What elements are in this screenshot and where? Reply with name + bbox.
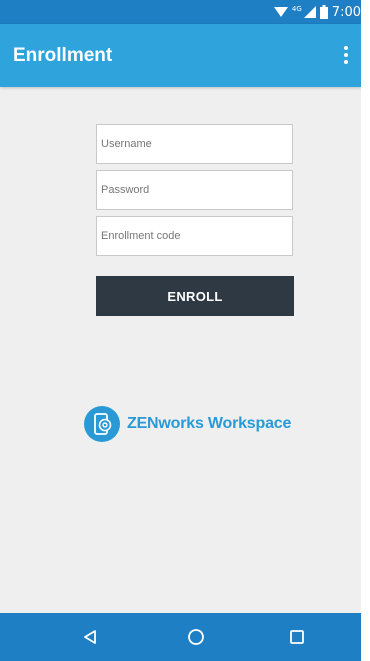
- home-icon[interactable]: [184, 625, 208, 649]
- enrollment-screen: 4G 7:00 Enrollment ENROLL ZEN: [0, 0, 361, 661]
- status-icons: 4G 7:00: [273, 0, 361, 24]
- wifi-icon: [273, 6, 288, 18]
- app-bar: Enrollment: [0, 24, 361, 87]
- password-input[interactable]: [97, 171, 292, 209]
- brand-logo-lockup: ZENworks Workspace: [84, 406, 291, 442]
- cellular-signal-icon: [303, 6, 316, 18]
- username-input[interactable]: [97, 125, 292, 163]
- navigation-bar: [0, 613, 361, 661]
- enrollment-code-input[interactable]: [97, 217, 292, 255]
- clock: 7:00: [331, 4, 361, 20]
- enrollment-code-field[interactable]: [96, 216, 293, 256]
- screen-edge: [361, 0, 370, 661]
- page-title: Enrollment: [13, 45, 113, 66]
- username-field[interactable]: [96, 124, 293, 164]
- back-icon[interactable]: [78, 625, 102, 649]
- brand-name: ZENworks Workspace: [127, 415, 292, 432]
- recents-icon[interactable]: [285, 625, 309, 649]
- battery-icon: [319, 5, 328, 19]
- status-bar: 4G 7:00: [0, 0, 361, 24]
- overflow-menu-icon[interactable]: [337, 42, 355, 68]
- password-field[interactable]: [96, 170, 293, 210]
- network-type-label: 4G: [291, 5, 302, 13]
- zenworks-logo-icon: [84, 406, 120, 442]
- enroll-button[interactable]: ENROLL: [96, 276, 294, 316]
